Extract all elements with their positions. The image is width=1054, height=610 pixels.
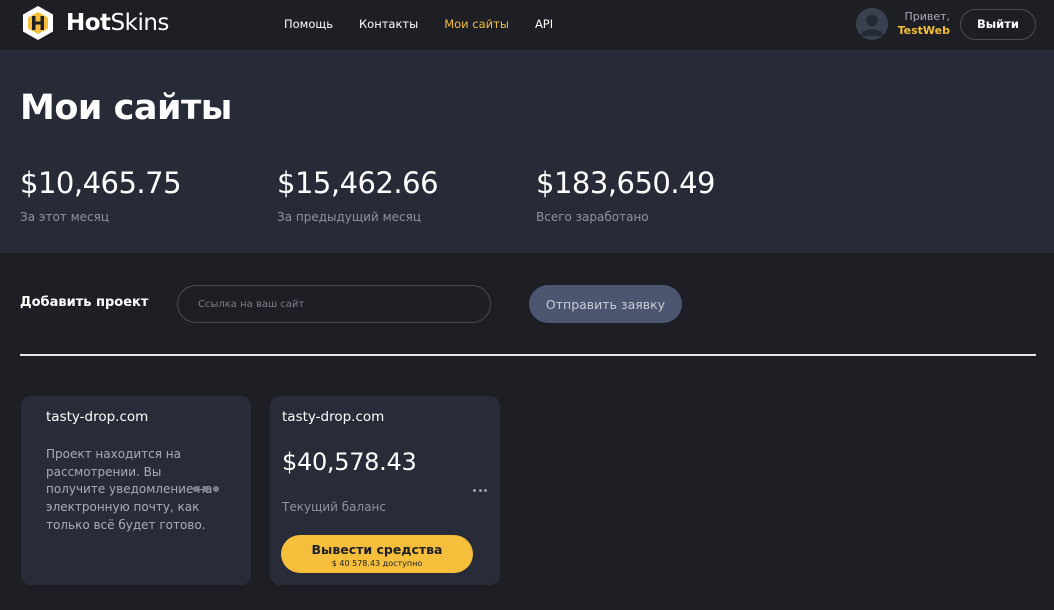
nav-contacts[interactable]: Контакты <box>359 17 418 31</box>
pending-message: Проект находится на рассмотрении. Вы пол… <box>46 447 213 532</box>
hotskins-logo-icon <box>23 6 53 40</box>
withdraw-available: $ 40 578.43 доступно <box>331 559 423 568</box>
user-avatar-icon[interactable] <box>855 8 888 40</box>
add-project-label: Добавить проект <box>20 295 149 310</box>
nav-help[interactable]: Помощь <box>284 17 333 31</box>
submit-request-button[interactable]: Отправить заявку <box>529 285 682 323</box>
stat-value: $183,650.49 <box>536 166 716 200</box>
stats-hero: Мои сайты $10,465.75 За этот месяц $15,4… <box>0 50 1054 253</box>
site-card-active: tasty-drop.com $40,578.43 Текущий баланс… <box>270 396 500 585</box>
user-panel: Привет, TestWeb Выйти <box>855 8 1036 40</box>
stat-label: За этот месяц <box>20 210 110 224</box>
username: TestWeb <box>897 24 950 37</box>
stat-label: За предыдущий месяц <box>277 210 422 224</box>
user-greeting: Привет, TestWeb <box>898 10 950 38</box>
logout-button[interactable]: Выйти <box>960 8 1036 40</box>
current-balance: $40,578.43 <box>282 448 417 476</box>
logo[interactable]: HotSkins <box>20 5 169 41</box>
section-divider <box>20 354 1036 356</box>
stat-value: $10,465.75 <box>20 166 182 200</box>
nav-api[interactable]: API <box>535 17 553 31</box>
site-card-pending: tasty-drop.com Проект находится на рассм… <box>21 396 251 585</box>
site-domain: tasty-drop.com <box>46 409 149 425</box>
site-domain: tasty-drop.com <box>282 409 385 425</box>
stat-previous-month: $15,462.66 За предыдущий месяц <box>277 166 439 224</box>
stat-total-earned: $183,650.49 Всего заработано <box>536 166 716 224</box>
top-header: HotSkins Помощь Контакты Мои сайты API П… <box>0 0 1054 50</box>
stat-this-month: $10,465.75 За этот месяц <box>20 166 182 224</box>
stat-value: $15,462.66 <box>277 166 439 200</box>
greeting-text: Привет, <box>904 10 950 23</box>
main-nav: Помощь Контакты Мои сайты API <box>284 17 579 31</box>
withdraw-button[interactable]: Вывести средства $ 40 578.43 доступно <box>281 535 473 573</box>
brand-name: HotSkins <box>66 10 169 36</box>
more-horizontal-icon[interactable] <box>473 489 490 492</box>
stat-label: Всего заработано <box>536 210 649 224</box>
site-url-input[interactable] <box>177 285 491 323</box>
withdraw-label: Вывести средства <box>311 542 443 557</box>
page-title: Мои сайты <box>20 88 232 128</box>
nav-my-sites[interactable]: Мои сайты <box>444 17 509 31</box>
loading-dots-icon <box>193 486 223 492</box>
balance-label: Текущий баланс <box>282 500 386 514</box>
